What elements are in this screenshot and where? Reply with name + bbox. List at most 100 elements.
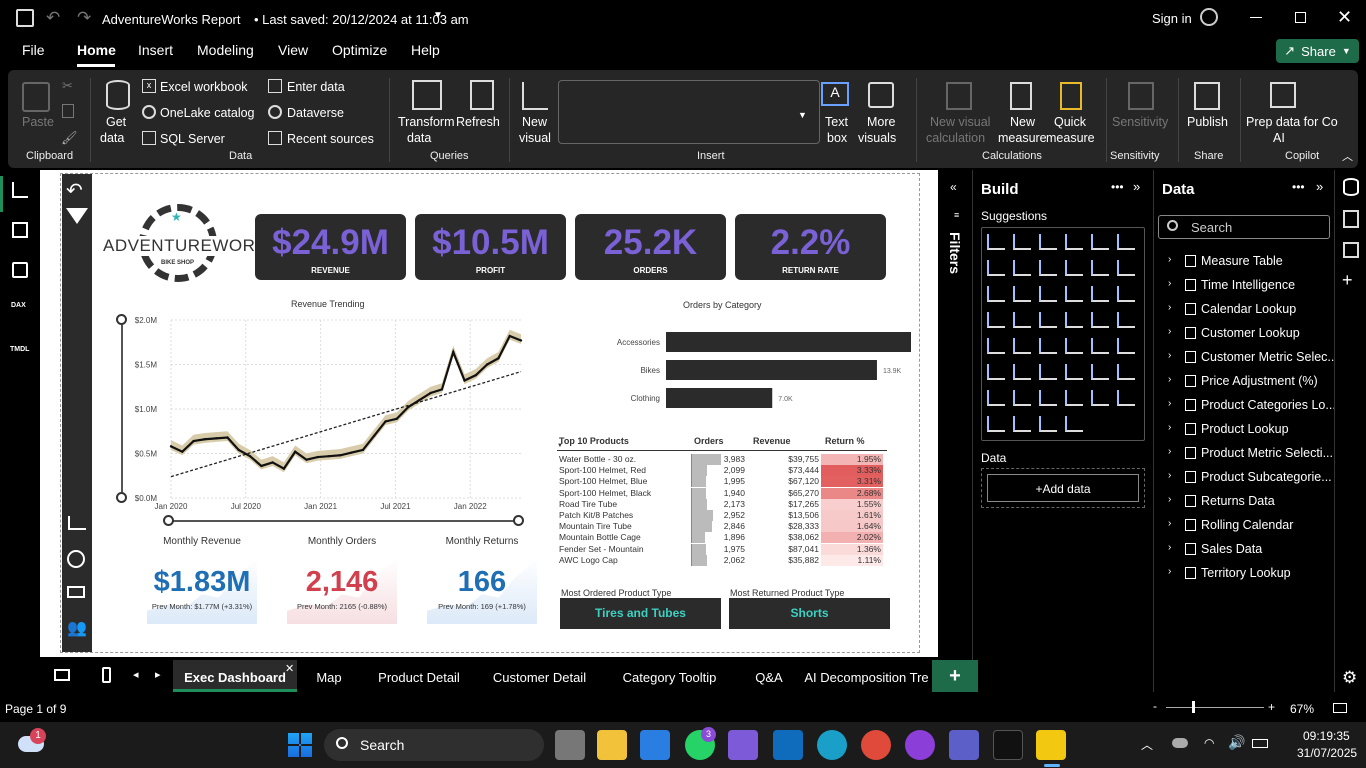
table-row[interactable]: AWC Logo Cap 2,062 $35,882 1.11%	[557, 554, 887, 566]
dashboard-nav-icon[interactable]	[68, 516, 86, 530]
ribbon-icon[interactable]	[987, 286, 1005, 302]
chevron-up-icon[interactable]: ︿	[1141, 736, 1153, 753]
kpi-card-return-rate[interactable]: 2.2% RETURN RATE	[735, 214, 886, 280]
close-button[interactable]: ✕	[1337, 7, 1352, 28]
prev-page-icon[interactable]: ◂	[133, 668, 139, 681]
text-box-line1[interactable]: Text	[825, 114, 848, 130]
field-table-item[interactable]: › Customer Lookup	[1154, 322, 1332, 344]
format-pane-icon[interactable]	[1343, 210, 1359, 228]
kpi-card-profit[interactable]: $10.5M PROFIT	[415, 214, 566, 280]
mobile-view-icon[interactable]	[102, 667, 111, 683]
value-slider-bottom[interactable]	[116, 492, 127, 503]
field-table-item[interactable]: › Measure Table	[1154, 250, 1332, 272]
chevron-right-icon[interactable]: ›	[1168, 542, 1171, 553]
python-visual-icon[interactable]	[1013, 364, 1031, 380]
stacked-bar-icon[interactable]	[987, 234, 1005, 250]
back-icon[interactable]: ↶	[66, 178, 83, 203]
redo-icon[interactable]: ↷	[77, 8, 91, 28]
revenue-trending-chart[interactable]: $2.0M$1.5M$1.0M$0.5M$0.0MJan 2020 Jul 202…	[111, 310, 531, 520]
table-icon[interactable]	[1091, 338, 1109, 354]
media-app-icon[interactable]	[905, 730, 935, 760]
more-visuals-line2[interactable]: visuals	[858, 130, 896, 146]
decomposition-tree-icon[interactable]	[1065, 364, 1083, 380]
get-data-line1[interactable]: Get	[106, 114, 126, 130]
clustered-bar-icon[interactable]	[1039, 234, 1057, 250]
most-ordered-card[interactable]: Tires and Tubes	[560, 598, 721, 629]
multi-row-card-icon[interactable]	[1013, 338, 1031, 354]
table-row[interactable]: Sport-100 Helmet, Black 1,940 $65,270 2.…	[557, 487, 887, 499]
power-apps-icon[interactable]	[1039, 390, 1057, 406]
add-page-button[interactable]: +	[932, 660, 978, 692]
chevron-right-icon[interactable]: ›	[1168, 350, 1171, 361]
chevron-right-icon[interactable]: ›	[1168, 470, 1171, 481]
edge-icon[interactable]	[817, 730, 847, 760]
save-icon[interactable]	[16, 9, 34, 27]
field-table-item[interactable]: › Territory Lookup	[1154, 562, 1332, 584]
menu-insert[interactable]: Insert	[138, 42, 173, 58]
trophy-icon[interactable]	[987, 390, 1005, 406]
line-stacked-column-icon[interactable]	[1117, 260, 1135, 276]
task-view-icon[interactable]	[555, 730, 585, 760]
more-visuals-line1[interactable]: More	[867, 114, 895, 130]
onelake-catalog-button[interactable]: OneLake catalog	[160, 105, 255, 121]
tab-4[interactable]: Category Tooltip	[602, 660, 737, 692]
treemap-icon[interactable]	[987, 312, 1005, 328]
undo-icon[interactable]: ↶	[46, 8, 60, 28]
pie-icon[interactable]	[1091, 286, 1109, 302]
table-row[interactable]: Patch Kit/8 Patches 2,952 $13,506 1.61%	[557, 510, 887, 521]
more-options-icon[interactable]: •••	[1111, 180, 1124, 194]
prep-data-line2[interactable]: AI	[1273, 130, 1285, 146]
chevron-right-icon[interactable]: ›	[1168, 374, 1171, 385]
chevron-down-icon[interactable]: ▼	[433, 10, 443, 21]
new-visual-calc-line2[interactable]: calculation	[926, 130, 985, 146]
clustered-column-icon[interactable]	[1065, 234, 1083, 250]
monthly-card[interactable]: Monthly Revenue $1.83M Prev Month: $1.77…	[147, 536, 257, 626]
chevron-right-icon[interactable]: ›	[1168, 446, 1171, 457]
stocks-app-icon[interactable]	[993, 730, 1023, 760]
new-measure-line1[interactable]: New	[1010, 114, 1035, 130]
desktop-view-icon[interactable]	[54, 669, 70, 681]
stacked-area-icon[interactable]	[1039, 260, 1057, 276]
date-slider[interactable]	[169, 520, 519, 522]
tab-1[interactable]: Map	[297, 660, 361, 692]
field-table-item[interactable]: › Customer Metric Selec...	[1154, 346, 1338, 368]
zoom-slider[interactable]	[1166, 707, 1264, 708]
model-view-icon[interactable]	[12, 262, 28, 278]
chevron-right-icon[interactable]: ›	[1168, 278, 1171, 289]
table-row[interactable]: Mountain Bottle Cage 1,896 $38,062 2.02%	[557, 532, 887, 544]
table-row[interactable]: Sport-100 Helmet, Red 2,099 $73,444 3.33…	[557, 465, 887, 477]
100-area-icon[interactable]	[1065, 260, 1083, 276]
kpi-icon[interactable]	[1039, 338, 1057, 354]
chevron-right-icon[interactable]: ›	[1168, 494, 1171, 505]
chevron-right-icon[interactable]: ›	[1168, 398, 1171, 409]
menu-modeling[interactable]: Modeling	[197, 42, 254, 58]
narrative-2-icon[interactable]	[1117, 390, 1135, 406]
card-icon[interactable]	[987, 338, 1005, 354]
taskbar-search[interactable]: Search	[324, 729, 544, 761]
monthly-card[interactable]: Monthly Orders 2,146 Prev Month: 2165 (-…	[287, 536, 397, 626]
settings-icon[interactable]: ⚙	[1342, 668, 1357, 688]
chevron-right-icon[interactable]: ›	[1168, 518, 1171, 529]
smart-narrative-icon[interactable]	[1117, 364, 1135, 380]
orders-by-category-chart[interactable]: Accessories17.0KBikes13.9KClothing7.0K	[551, 322, 911, 412]
report-view-icon[interactable]	[12, 182, 28, 198]
build-pane-icon[interactable]	[1343, 242, 1359, 258]
table-row[interactable]: Fender Set - Mountain 1,975 $87,041 1.36…	[557, 543, 887, 555]
line-icon[interactable]	[987, 260, 1005, 276]
refresh-button[interactable]: Refresh	[456, 114, 500, 130]
matrix-icon[interactable]	[1117, 338, 1135, 354]
sign-in-link[interactable]: Sign in	[1152, 11, 1192, 26]
dataverse-button[interactable]: Dataverse	[287, 105, 344, 121]
power-bi-icon[interactable]	[1036, 730, 1066, 760]
power-apps-2-icon[interactable]	[1013, 416, 1031, 432]
scatter-icon[interactable]	[1065, 286, 1083, 302]
map-nav-icon[interactable]	[67, 550, 85, 568]
table-row[interactable]: Water Bottle - 30 oz. 3,983 $39,755 1.95…	[557, 454, 887, 465]
100-column-icon[interactable]	[1117, 234, 1135, 250]
chevron-right-icon[interactable]: ›	[1168, 254, 1171, 265]
r-visual-icon[interactable]	[987, 364, 1005, 380]
format-painter-icon[interactable]: 🖌	[61, 130, 78, 146]
tab-5[interactable]: Q&A	[737, 660, 801, 692]
quick-measure-line2[interactable]: measure	[1046, 130, 1095, 146]
avatar-icon[interactable]	[1200, 8, 1218, 26]
